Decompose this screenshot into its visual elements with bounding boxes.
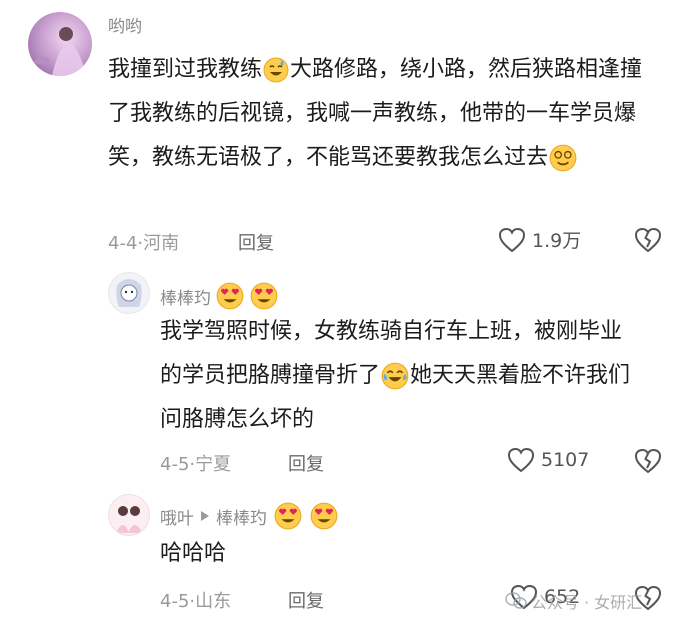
avatar-image	[34, 27, 86, 76]
watermark: 公众号 · 女研汇	[505, 589, 642, 613]
avatar-bangbangdi[interactable]	[108, 272, 150, 314]
comment-author-name: 棒棒玓	[160, 288, 211, 309]
reply-arrow-icon	[201, 511, 209, 521]
heart-eyes-emoji-icon	[216, 282, 244, 310]
like-count: 5107	[541, 449, 590, 471]
heart-icon	[498, 227, 526, 252]
reply-to-name: 棒棒玓	[216, 508, 267, 529]
comment-author[interactable]: 哦叶 棒棒玓	[160, 501, 339, 531]
comment-text: 我学驾照时候，女教练骑自行车上班，被刚毕业的学员把胳膊撞骨折了 她天天黑着脸不许我…	[160, 310, 640, 442]
heart-eyes-emoji-icon	[310, 502, 338, 530]
avatar-image	[116, 279, 142, 307]
broken-heart-icon[interactable]	[634, 227, 662, 253]
sweat-smile-emoji-icon	[263, 57, 289, 83]
heart-icon	[507, 447, 535, 473]
comment-text: 哈哈哈	[160, 541, 227, 566]
comment-author[interactable]: 棒棒玓	[160, 281, 279, 311]
comment-meta: 4-4·河南	[108, 229, 179, 255]
comment-text: 我撞到过我教练 大路修路，绕小路，然后狭路相逢撞了我教练的后视镜，我喊一声教练，他…	[108, 48, 648, 180]
comment-author-name: 哦叶	[160, 508, 194, 529]
reply-button[interactable]: 回复	[238, 229, 274, 255]
comment-location: 山东	[195, 591, 232, 612]
comment-author[interactable]: 哟哟	[108, 12, 142, 37]
like-button[interactable]: 1.9万	[498, 226, 581, 253]
crying-laughing-emoji-icon	[381, 362, 409, 390]
comment-text-part: 我撞到过我教练	[108, 57, 263, 82]
comment-location: 河南	[143, 233, 180, 254]
comment-date: 4-5	[160, 454, 190, 475]
comment-date: 4-5	[160, 591, 190, 612]
reply-button[interactable]: 回复	[288, 587, 324, 613]
wechat-icon	[505, 592, 527, 609]
comment-date: 4-4	[108, 233, 138, 254]
reply-button[interactable]: 回复	[288, 450, 324, 476]
avatar-yoyo[interactable]	[28, 12, 92, 76]
avatar-image	[116, 506, 142, 533]
comment-location: 宁夏	[195, 454, 232, 475]
like-count: 1.9万	[532, 230, 582, 252]
dizzy-smile-emoji-icon	[549, 144, 577, 172]
like-button[interactable]: 5107	[507, 447, 589, 473]
comment-meta: 4-5·山东	[160, 587, 231, 613]
heart-eyes-emoji-icon	[274, 502, 302, 530]
heart-eyes-emoji-icon	[250, 282, 278, 310]
avatar-oye[interactable]	[108, 494, 150, 536]
comment-meta: 4-5·宁夏	[160, 450, 231, 476]
watermark-text: 公众号 · 女研汇	[531, 593, 643, 612]
broken-heart-icon[interactable]	[634, 448, 662, 474]
